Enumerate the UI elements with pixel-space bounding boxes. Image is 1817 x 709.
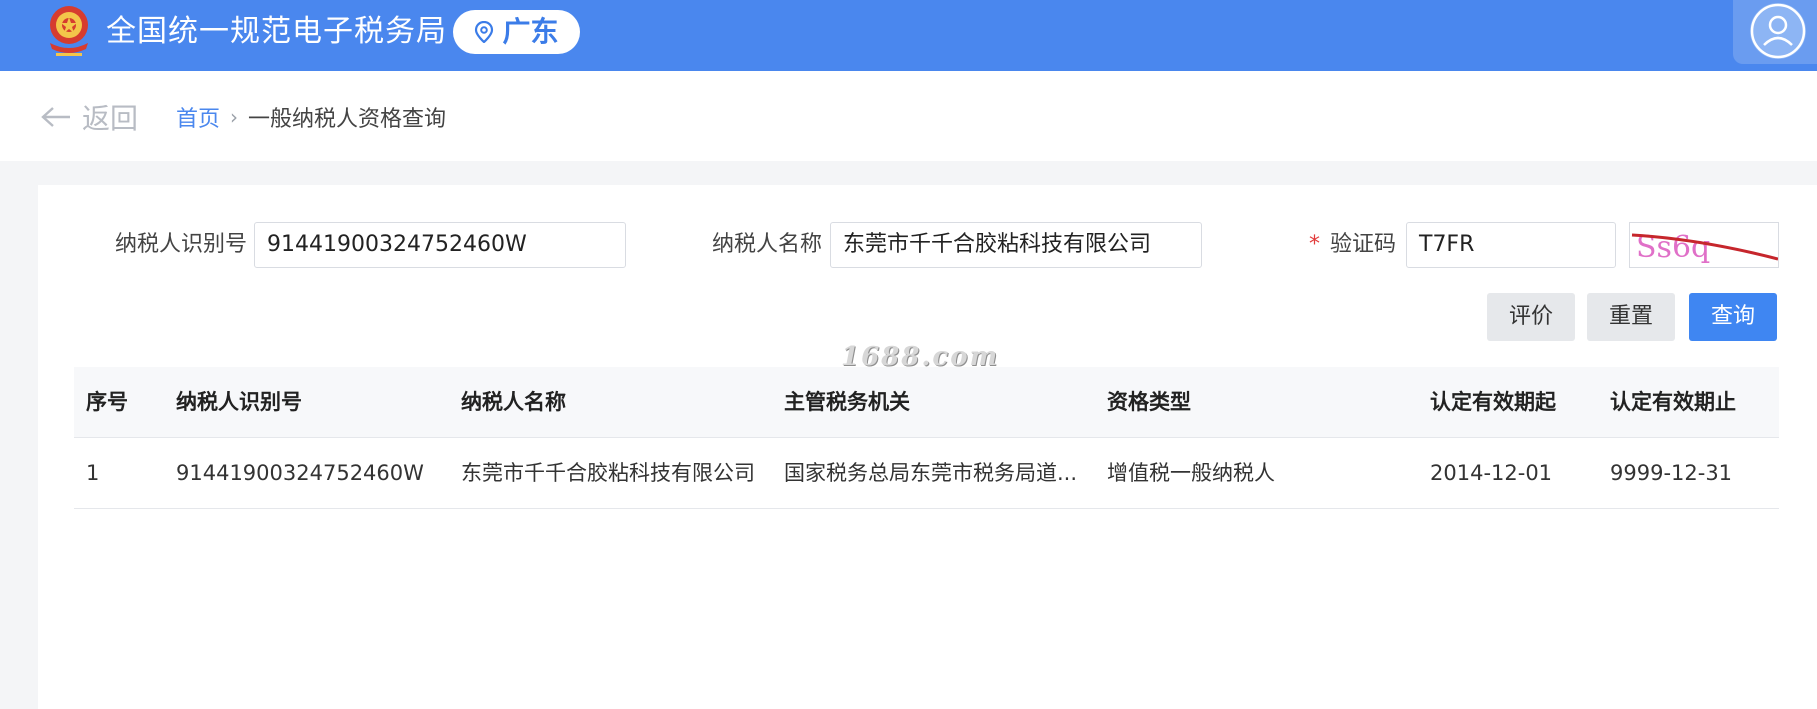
column-header: 资格类型: [1107, 390, 1191, 414]
chevron-right-icon: ›: [230, 105, 239, 129]
site-title: 全国统一规范电子税务局: [106, 14, 447, 49]
region-selector[interactable]: 广东: [453, 10, 580, 54]
avatar[interactable]: [1750, 3, 1806, 59]
back-label: 返回: [82, 102, 139, 135]
column-header: 纳税人名称: [461, 390, 566, 414]
column-header: 序号: [86, 390, 128, 414]
taxpayer-name-label: 纳税人名称: [712, 232, 823, 257]
breadcrumb: 首页 › 一般纳税人资格查询: [176, 102, 446, 132]
taxpayer-id-label: 纳税人识别号: [115, 232, 248, 257]
taxpayer-id-input[interactable]: 91441900324752460W: [254, 222, 626, 268]
reset-button[interactable]: 重置: [1587, 293, 1675, 341]
breadcrumb-current: 一般纳税人资格查询: [248, 107, 447, 132]
evaluate-button[interactable]: 评价: [1487, 293, 1575, 341]
required-mark: *: [1309, 232, 1320, 257]
query-button[interactable]: 查询: [1689, 293, 1777, 341]
table-cell: 东莞市千千合胶粘科技有限公司: [461, 461, 755, 485]
captcha-graphic: Ss6q: [1631, 230, 1778, 265]
table-cell: 2014-12-01: [1430, 461, 1553, 485]
tax-emblem-icon: [50, 6, 88, 56]
location-pin-icon: [475, 21, 494, 43]
back-button[interactable]: 返回: [40, 100, 139, 135]
table-row: 1 91441900324752460W 东莞市千千合胶粘科技有限公司 国家税务…: [74, 438, 1779, 509]
captcha-label-wrap: * 验证码: [1309, 222, 1396, 268]
column-header: 主管税务机关: [784, 390, 910, 414]
table-cell: 1: [86, 461, 100, 485]
result-table: 序号 纳税人识别号 纳税人名称 主管税务机关 资格类型 认定有效期起 认定有效期…: [74, 367, 1779, 509]
captcha-image[interactable]: Ss6q: [1629, 222, 1779, 268]
query-card: 纳税人识别号 91441900324752460W 纳税人名称 东莞市千千合胶粘…: [38, 185, 1817, 709]
table-cell: 增值税一般纳税人: [1107, 461, 1275, 485]
table-cell: 国家税务总局东莞市税务局道...: [784, 461, 1078, 485]
breadcrumb-bar: 返回 首页 › 一般纳税人资格查询: [0, 71, 1817, 161]
table-cell: 91441900324752460W: [176, 461, 424, 485]
user-avatar-icon: [1750, 3, 1806, 59]
captcha-input[interactable]: T7FR: [1406, 222, 1616, 268]
column-header: 认定有效期起: [1430, 390, 1556, 414]
taxpayer-name-input[interactable]: 东莞市千千合胶粘科技有限公司: [830, 222, 1202, 268]
arrow-left-icon: [41, 107, 70, 127]
breadcrumb-home-link[interactable]: 首页: [176, 101, 220, 133]
top-header: 全国统一规范电子税务局 广东: [0, 0, 1817, 71]
table-header: 序号 纳税人识别号 纳税人名称 主管税务机关 资格类型 认定有效期起 认定有效期…: [74, 367, 1779, 438]
region-label: 广东: [502, 15, 559, 48]
column-header: 认定有效期止: [1610, 390, 1736, 414]
table-cell: 9999-12-31: [1610, 461, 1733, 485]
column-header: 纳税人识别号: [176, 390, 302, 414]
user-menu[interactable]: [1733, 0, 1817, 64]
captcha-label: 验证码: [1330, 232, 1397, 257]
